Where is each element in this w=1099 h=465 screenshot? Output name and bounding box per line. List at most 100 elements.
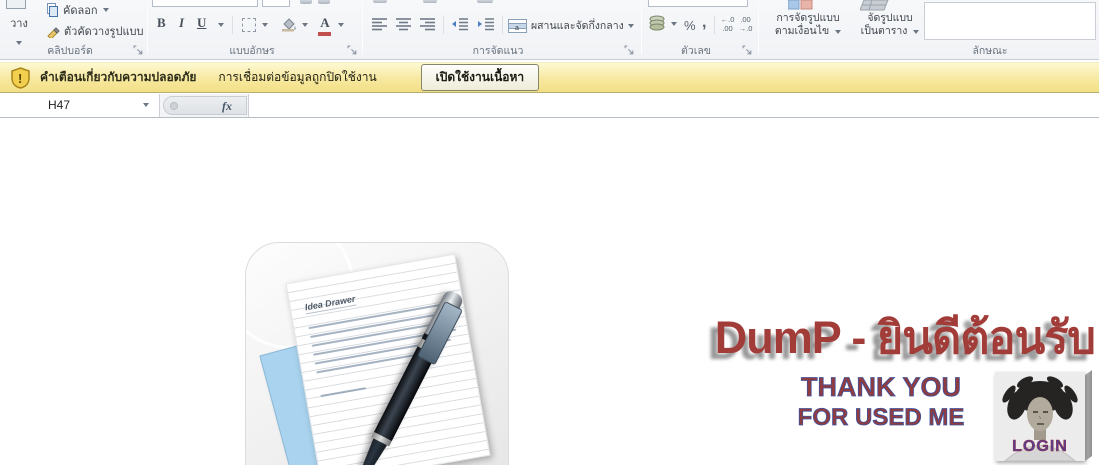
svg-text:a: a bbox=[515, 25, 519, 32]
security-warning-bar: ! คำเตือนเกี่ยวกับความปลอดภัย การเชื่อมต… bbox=[0, 62, 1099, 93]
comma-button[interactable]: , bbox=[702, 14, 706, 32]
dropdown-arrow-icon[interactable] bbox=[262, 23, 268, 27]
security-warning-title: คำเตือนเกี่ยวกับความปลอดภัย bbox=[40, 68, 196, 87]
name-box-value: H47 bbox=[48, 98, 70, 112]
font-name-combobox[interactable] bbox=[152, 0, 258, 7]
align-left-icon[interactable] bbox=[371, 17, 389, 31]
merge-center-label: ผสานและจัดกึ่งกลาง bbox=[531, 17, 624, 34]
enable-content-button[interactable]: เปิดใช้งานเนื้อหา bbox=[421, 64, 539, 91]
conditional-formatting-button[interactable]: การจัดรูปแบบ ตามเงื่อนไข bbox=[762, 12, 854, 38]
welcome-title: DumP - ยินดีต้อนรับ bbox=[555, 301, 1095, 373]
format-painter-icon bbox=[46, 24, 60, 38]
cell-styles-gallery[interactable] bbox=[924, 2, 1096, 40]
copy-icon bbox=[46, 3, 59, 17]
login-button[interactable]: LOGIN bbox=[995, 372, 1092, 462]
mini-separator bbox=[714, 16, 715, 34]
insert-function-area: fx bbox=[163, 96, 247, 115]
mini-separator bbox=[232, 16, 233, 34]
fill-color-icon[interactable] bbox=[280, 16, 298, 32]
increase-indent-icon[interactable] bbox=[477, 17, 495, 31]
increase-decimal-bottom: .00 bbox=[722, 24, 732, 33]
font-color-bar bbox=[318, 32, 331, 36]
dropdown-arrow-icon[interactable] bbox=[218, 23, 224, 27]
notepad-picture: Idea Drawer bbox=[245, 242, 509, 465]
number-group-label: ตัวเลข bbox=[644, 44, 748, 58]
group-separator bbox=[147, 2, 148, 54]
dialog-launcher-icon[interactable] bbox=[742, 45, 753, 56]
thank-you-line1: THANK YOU bbox=[770, 372, 992, 403]
align-top-icon[interactable] bbox=[373, 0, 387, 3]
note-signature bbox=[320, 387, 366, 397]
copy-button[interactable]: คัดลอก bbox=[46, 2, 109, 18]
security-shield-icon: ! bbox=[10, 67, 31, 89]
number-format-combobox[interactable] bbox=[648, 0, 748, 7]
clipboard-group-label: คลิปบอร์ด bbox=[0, 44, 140, 58]
increase-decimal-button[interactable]: ←.0 .00 bbox=[719, 15, 736, 33]
ribbon-group-font: B I U A แบบอักษร bbox=[150, 0, 361, 58]
dropdown-arrow-icon bbox=[671, 22, 677, 26]
conditional-formatting-line1: การจัดรูปแบบ bbox=[776, 12, 839, 24]
group-separator bbox=[641, 2, 642, 54]
paste-icon bbox=[6, 0, 26, 9]
ribbon-group-clipboard: วาง คัดลอก ตัวคัดวางรูปแบบ คลิปบอร์ด bbox=[0, 0, 147, 58]
conditional-formatting-icon bbox=[788, 0, 816, 10]
decrease-indent-icon[interactable] bbox=[451, 17, 469, 31]
merge-center-button[interactable]: a ผสานและจัดกึ่งกลาง bbox=[508, 17, 634, 34]
styles-group-label: ลักษณะ bbox=[760, 44, 1099, 58]
merge-center-icon: a bbox=[508, 19, 527, 33]
decrease-decimal-button[interactable]: .00 →.0 bbox=[737, 15, 754, 33]
mini-separator bbox=[443, 16, 444, 34]
format-as-table-line1: จัดรูปแบบ bbox=[867, 12, 912, 24]
ribbon: วาง คัดลอก ตัวคัดวางรูปแบบ คลิปบอร์ด B bbox=[0, 0, 1099, 60]
thank-you-line2: FOR USED ME bbox=[770, 404, 992, 432]
copy-label: คัดลอก bbox=[63, 1, 98, 19]
align-right-icon[interactable] bbox=[419, 17, 437, 31]
format-painter-button[interactable]: ตัวคัดวางรูปแบบ bbox=[46, 23, 144, 39]
format-as-table-icon bbox=[860, 0, 890, 11]
dialog-launcher-icon[interactable] bbox=[133, 45, 144, 56]
bold-button[interactable]: B bbox=[157, 15, 166, 31]
decrease-decimal-bottom: →.0 bbox=[739, 24, 753, 33]
security-warning-message: การเชื่อมต่อข้อมูลถูกปิดใช้งาน bbox=[218, 68, 376, 87]
dropdown-arrow-icon bbox=[835, 30, 841, 34]
percent-button[interactable]: % bbox=[684, 18, 696, 33]
currency-coins-icon bbox=[648, 15, 668, 32]
font-color-button[interactable]: A bbox=[318, 14, 332, 36]
wrap-text-icon[interactable] bbox=[477, 0, 493, 3]
group-separator bbox=[758, 2, 759, 54]
decrease-decimal-top: .00 bbox=[740, 15, 750, 24]
svg-text:!: ! bbox=[18, 71, 22, 86]
paste-label: วาง bbox=[10, 18, 28, 30]
insert-function-button[interactable]: fx bbox=[222, 99, 232, 114]
formula-input[interactable] bbox=[249, 94, 1099, 117]
align-center-icon[interactable] bbox=[395, 17, 413, 31]
dialog-launcher-icon[interactable] bbox=[624, 45, 635, 56]
dialog-launcher-icon[interactable] bbox=[347, 45, 358, 56]
dropdown-arrow-icon bbox=[913, 30, 919, 34]
paste-button[interactable]: วาง bbox=[0, 14, 38, 44]
borders-button[interactable] bbox=[242, 18, 256, 32]
dropdown-arrow-icon[interactable] bbox=[302, 23, 308, 27]
group-separator bbox=[362, 2, 363, 54]
formula-bar-dot bbox=[170, 102, 178, 110]
italic-button[interactable]: I bbox=[179, 15, 184, 31]
orientation-icon[interactable] bbox=[423, 0, 437, 3]
ribbon-group-alignment: a ผสานและจัดกึ่งกลาง การจัดแนว bbox=[365, 0, 639, 58]
format-as-table-button[interactable]: จัดรูปแบบ เป็นตาราง bbox=[856, 12, 924, 38]
format-as-table-line2: เป็นตาราง bbox=[861, 25, 908, 37]
dropdown-arrow-icon[interactable] bbox=[338, 23, 344, 27]
name-box[interactable]: H47 bbox=[0, 94, 160, 117]
grow-font-icon[interactable] bbox=[300, 0, 312, 4]
login-label: LOGIN bbox=[995, 438, 1085, 456]
excel-window: วาง คัดลอก ตัวคัดวางรูปแบบ คลิปบอร์ด B bbox=[0, 0, 1099, 465]
accounting-format-button[interactable] bbox=[648, 15, 677, 32]
name-box-dropdown-icon[interactable] bbox=[143, 103, 149, 107]
shrink-font-icon[interactable] bbox=[318, 0, 330, 4]
formula-bar: H47 fx bbox=[0, 94, 1099, 118]
underline-button[interactable]: U bbox=[197, 15, 206, 31]
font-size-combobox[interactable] bbox=[262, 0, 290, 7]
ribbon-group-number: % , ←.0 .00 .00 →.0 ตัวเลข bbox=[644, 0, 756, 58]
note-title: Idea Drawer bbox=[304, 294, 356, 315]
font-color-label: A bbox=[320, 15, 329, 30]
format-painter-label: ตัวคัดวางรูปแบบ bbox=[64, 22, 144, 40]
